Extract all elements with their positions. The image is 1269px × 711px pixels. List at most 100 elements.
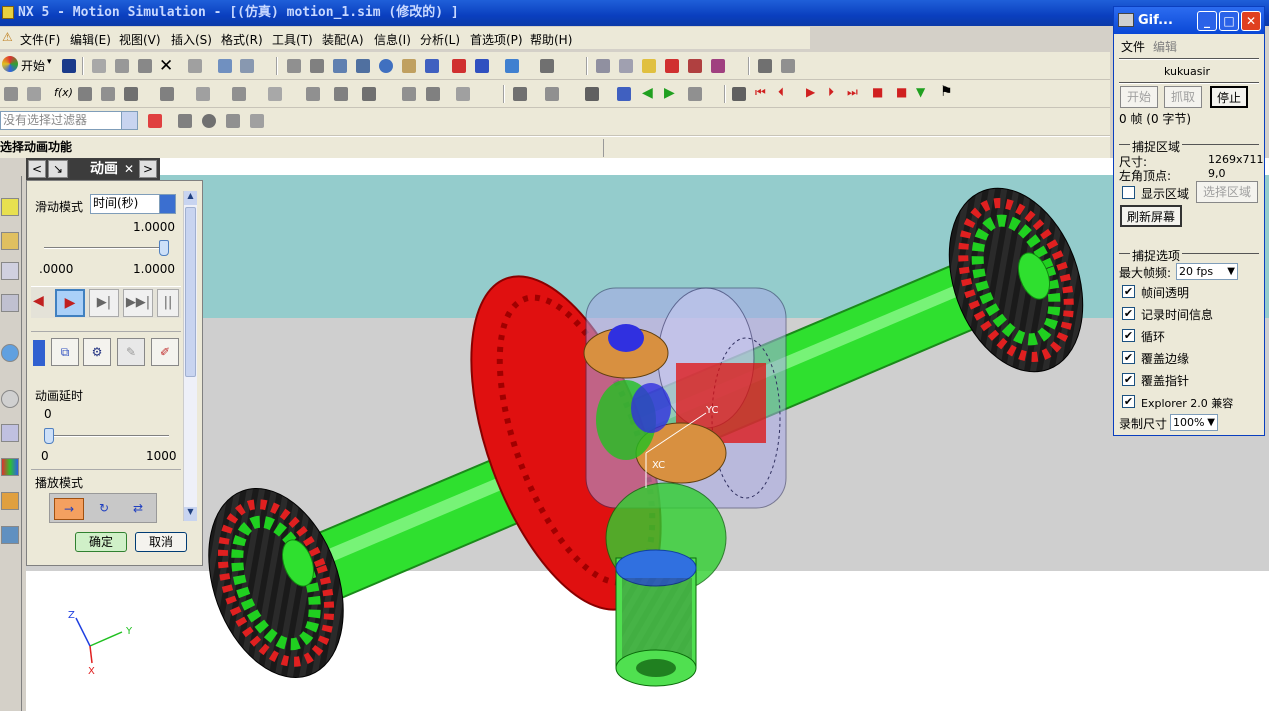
force-icon[interactable] <box>268 87 282 101</box>
link-icon[interactable] <box>78 87 92 101</box>
play-button[interactable]: ▶ <box>55 289 85 317</box>
fit-icon[interactable] <box>287 59 301 73</box>
time-slider-thumb[interactable] <box>159 240 169 256</box>
menu-insert[interactable]: 插入(S) <box>171 31 212 48</box>
step-back-icon[interactable]: ⏴ <box>778 85 784 100</box>
table-icon[interactable] <box>617 87 631 101</box>
option-checkbox[interactable]: ✔ <box>1122 307 1135 320</box>
load-transfer-icon[interactable] <box>585 87 599 101</box>
select-area-button[interactable]: 选择区域 <box>1196 181 1258 203</box>
damper-icon[interactable] <box>232 87 246 101</box>
perspective-icon[interactable] <box>425 59 439 73</box>
refresh-screen-button[interactable]: 刷新屏幕 <box>1120 205 1182 227</box>
solid-icon[interactable] <box>202 114 216 128</box>
component-icon[interactable] <box>250 114 264 128</box>
graph-icon[interactable] <box>513 87 527 101</box>
play-once-button[interactable]: → <box>54 498 84 520</box>
resource-system-icon[interactable] <box>1 526 19 544</box>
function-icon[interactable]: f(x) <box>54 86 73 99</box>
select-feature-icon[interactable] <box>596 59 610 73</box>
scroll-thumb[interactable] <box>185 207 196 377</box>
resource-motion-icon[interactable] <box>1 294 19 312</box>
minimize-icon[interactable]: _ <box>1197 11 1217 31</box>
chevron-down-icon[interactable] <box>33 340 45 366</box>
time-slider-track[interactable] <box>44 247 169 249</box>
gif-start-button[interactable]: 开始 <box>1120 86 1158 108</box>
pan-icon[interactable] <box>402 59 416 73</box>
cut-icon[interactable] <box>92 59 106 73</box>
selection-filter[interactable]: 没有选择过滤器 <box>0 111 138 130</box>
menu-assembly[interactable]: 装配(A) <box>322 31 364 48</box>
menu-tools[interactable]: 工具(T) <box>272 31 313 48</box>
zoom-in-out-icon[interactable] <box>356 59 370 73</box>
rewind-icon[interactable]: ⏮ <box>755 85 766 100</box>
delay-slider-track[interactable] <box>44 435 169 437</box>
chevron-left-icon[interactable]: < <box>28 160 46 178</box>
layout-icon[interactable] <box>540 59 554 73</box>
connector-icon[interactable] <box>160 87 174 101</box>
fast-forward-icon[interactable]: ⏭ <box>847 85 858 100</box>
solution-icon[interactable] <box>426 87 440 101</box>
start-dropdown-icon[interactable]: ▾ <box>47 57 52 67</box>
menu-view[interactable]: 视图(V) <box>119 31 161 48</box>
select-component-icon[interactable] <box>688 59 702 73</box>
paste-icon[interactable] <box>138 59 152 73</box>
arrow-right-icon[interactable]: ▶ <box>664 85 675 101</box>
chevron-down-icon[interactable]: ▼ <box>1227 264 1235 280</box>
zoom-window-icon[interactable] <box>310 59 324 73</box>
gif-capture-button[interactable]: 抓取 <box>1164 86 1202 108</box>
resource-palette-icon[interactable] <box>1 458 19 476</box>
shading-icon[interactable] <box>475 59 489 73</box>
scroll-up-icon[interactable]: ▲ <box>184 191 197 205</box>
animation-icon[interactable] <box>732 87 746 101</box>
select-edge-icon[interactable] <box>642 59 656 73</box>
menu-preferences[interactable]: 首选项(P) <box>470 31 523 48</box>
finish-icon[interactable]: ▼ <box>916 85 925 99</box>
menu-help[interactable]: 帮助(H) <box>530 31 572 48</box>
view-cube-icon[interactable] <box>505 59 519 73</box>
environment-icon[interactable] <box>4 87 18 101</box>
resource-template-icon[interactable] <box>1 424 19 442</box>
graphics-window[interactable]: YC XC Y Z X <box>26 158 1269 711</box>
model-graphic[interactable]: YC XC Y Z X <box>26 158 1269 711</box>
close-icon[interactable]: ✕ <box>120 160 138 178</box>
type-filter-icon[interactable] <box>148 114 162 128</box>
chevron-right-icon[interactable]: > <box>139 160 157 178</box>
undo-icon[interactable] <box>188 59 202 73</box>
zoom-icon[interactable] <box>333 59 347 73</box>
measure-distance-icon[interactable] <box>758 59 772 73</box>
step-forward-button[interactable]: ▶| <box>89 289 119 317</box>
trace-button[interactable]: ⧉ <box>51 338 79 366</box>
chevron-down-icon[interactable]: ▼ <box>1207 415 1215 431</box>
reverse-button[interactable]: ⇄ <box>124 498 152 520</box>
pause-button[interactable]: || <box>157 289 179 317</box>
close-icon[interactable]: ✕ <box>1241 11 1261 31</box>
option-checkbox[interactable]: ✔ <box>1122 373 1135 386</box>
fps-select[interactable]: 20 fps ▼ <box>1176 263 1238 280</box>
maximize-icon[interactable]: □ <box>1219 11 1239 31</box>
dialog-scrollbar[interactable]: ▲ ▼ <box>183 191 197 521</box>
snap-icon[interactable] <box>240 59 254 73</box>
chevron-down-icon[interactable] <box>121 112 137 129</box>
menu-info[interactable]: 信息(I) <box>374 31 411 48</box>
solver-icon[interactable] <box>402 87 416 101</box>
checkered-flag-icon[interactable]: ⚑ <box>940 84 953 100</box>
joint-icon[interactable] <box>101 87 115 101</box>
master-model-icon[interactable] <box>27 87 41 101</box>
show-area-checkbox[interactable] <box>1122 186 1135 199</box>
option-checkbox[interactable]: ✔ <box>1122 351 1135 364</box>
contact-icon[interactable] <box>334 87 348 101</box>
menu-analysis[interactable]: 分析(L) <box>420 31 460 48</box>
select-body-icon[interactable] <box>665 59 679 73</box>
measure-angle-icon[interactable] <box>781 59 795 73</box>
step-back-icon[interactable]: ◀ <box>33 293 44 309</box>
resource-assembly-icon[interactable] <box>1 232 19 250</box>
delete-icon[interactable]: ✕ <box>159 56 173 76</box>
render-icon[interactable] <box>452 59 466 73</box>
explode-button[interactable]: ⚙ <box>83 338 111 366</box>
resource-nav-icon[interactable] <box>1 198 19 216</box>
option-checkbox[interactable]: ✔ <box>1122 285 1135 298</box>
option-checkbox[interactable]: ✔ <box>1122 395 1135 408</box>
loop-button[interactable]: ↻ <box>90 498 118 520</box>
resource-history-icon[interactable] <box>1 390 19 408</box>
